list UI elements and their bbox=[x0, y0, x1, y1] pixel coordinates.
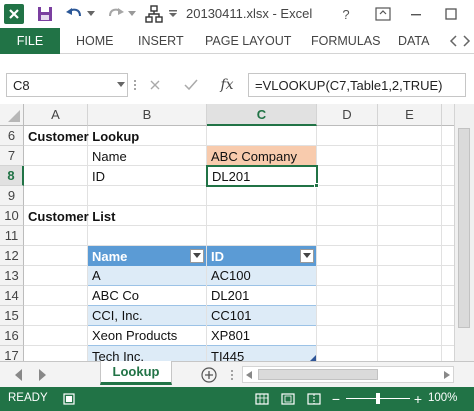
cancel-icon[interactable] bbox=[146, 76, 164, 94]
customer-lookup-heading: Customer Lookup bbox=[28, 128, 140, 144]
ribbon-tabs: FILE HOME INSERT PAGE LAYOUT FORMULAS DA… bbox=[0, 28, 474, 54]
minimize-icon[interactable] bbox=[405, 4, 427, 24]
lookup-id-cell-selected[interactable]: DL201 bbox=[206, 165, 318, 187]
enter-icon[interactable] bbox=[182, 76, 200, 94]
scroll-sheets-right-icon[interactable] bbox=[36, 368, 50, 382]
table-cell-id[interactable]: XP801 bbox=[207, 326, 316, 346]
row-header-6[interactable]: 6 bbox=[0, 126, 24, 146]
new-sheet-icon[interactable] bbox=[200, 366, 218, 384]
select-all-corner[interactable] bbox=[0, 104, 24, 126]
normal-view-icon[interactable] bbox=[254, 391, 270, 407]
row-header-10[interactable]: 10 bbox=[0, 206, 24, 226]
table-cell-name[interactable]: ABC Co bbox=[88, 286, 206, 306]
sheet-tab-bar: Lookup bbox=[0, 361, 474, 387]
redo-dropdown-icon[interactable] bbox=[127, 8, 137, 20]
tab-data[interactable]: DATA bbox=[398, 28, 429, 54]
customer-list-heading: Customer List bbox=[28, 208, 116, 224]
tab-formulas[interactable]: FORMULAS bbox=[311, 28, 380, 54]
tab-file[interactable]: FILE bbox=[0, 28, 60, 54]
gridline bbox=[441, 126, 442, 361]
row-header-11[interactable]: 11 bbox=[0, 226, 24, 246]
excel-logo-icon bbox=[4, 4, 24, 24]
name-box[interactable]: C8 bbox=[6, 73, 128, 97]
save-icon[interactable] bbox=[36, 5, 54, 23]
tab-insert[interactable]: INSERT bbox=[138, 28, 184, 54]
status-bar: READY − + 100% bbox=[0, 387, 474, 411]
table-cell-id[interactable]: TI445 bbox=[207, 346, 316, 361]
help-button[interactable]: ? bbox=[336, 4, 356, 24]
title-bar: 20130411.xlsx - Excel ? bbox=[0, 0, 474, 28]
table-header-name[interactable]: Name bbox=[88, 246, 206, 266]
undo-dropdown-icon[interactable] bbox=[86, 8, 96, 20]
sheet-tab-lookup[interactable]: Lookup bbox=[100, 361, 172, 385]
row-header-15[interactable]: 15 bbox=[0, 306, 24, 326]
zoom-level[interactable]: 100% bbox=[428, 392, 457, 404]
formula-bar-grip-icon[interactable] bbox=[132, 76, 138, 94]
table-cell-name[interactable]: Xeon Products bbox=[88, 326, 206, 346]
sheet-split-handle-icon[interactable] bbox=[228, 368, 236, 382]
macro-record-icon[interactable] bbox=[62, 392, 76, 406]
row-header-13[interactable]: 13 bbox=[0, 266, 24, 286]
zoom-out-button[interactable]: − bbox=[330, 391, 342, 407]
row-header-14[interactable]: 14 bbox=[0, 286, 24, 306]
filter-dropdown-icon[interactable] bbox=[300, 249, 314, 263]
tab-scroll-left-icon[interactable] bbox=[446, 32, 460, 50]
scroll-left-icon[interactable] bbox=[242, 366, 256, 383]
row-header-17[interactable]: 17 bbox=[0, 346, 24, 361]
filter-dropdown-icon[interactable] bbox=[190, 249, 204, 263]
column-header-a[interactable]: A bbox=[24, 104, 88, 126]
formula-bar: C8 fx =VLOOKUP(C7,Table1,2,TRUE) bbox=[0, 54, 474, 104]
row-header-9[interactable]: 9 bbox=[0, 186, 24, 206]
undo-icon[interactable] bbox=[64, 5, 84, 23]
formula-input[interactable]: =VLOOKUP(C7,Table1,2,TRUE) bbox=[248, 73, 466, 97]
column-header-e[interactable]: E bbox=[378, 104, 442, 126]
table-cell-name[interactable]: Tech Inc. bbox=[88, 346, 206, 361]
tab-home[interactable]: HOME bbox=[76, 28, 114, 54]
lookup-id-label: ID bbox=[92, 168, 105, 184]
column-header-d[interactable]: D bbox=[317, 104, 378, 126]
qat-customize-icon[interactable] bbox=[168, 8, 178, 20]
row-header-12[interactable]: 12 bbox=[0, 246, 24, 266]
table-cell-id[interactable]: CC101 bbox=[207, 306, 316, 326]
table-cell-id[interactable]: AC100 bbox=[207, 266, 316, 286]
gridline bbox=[377, 126, 378, 361]
redo-icon[interactable] bbox=[106, 5, 126, 23]
zoom-slider-thumb[interactable] bbox=[376, 393, 380, 404]
column-header-c[interactable]: C bbox=[207, 104, 317, 126]
maximize-icon[interactable] bbox=[440, 4, 462, 24]
gridline bbox=[316, 126, 317, 361]
scroll-right-icon[interactable] bbox=[440, 366, 454, 383]
lookup-name-label: Name bbox=[92, 148, 127, 164]
zoom-in-button[interactable]: + bbox=[412, 391, 424, 407]
fill-handle[interactable] bbox=[314, 183, 319, 188]
table-cell-name[interactable]: CCI, Inc. bbox=[88, 306, 206, 326]
ready-status: READY bbox=[8, 392, 48, 404]
lookup-name-cell[interactable]: ABC Company bbox=[207, 146, 316, 166]
tab-scroll-right-icon[interactable] bbox=[460, 32, 474, 50]
network-diagram-icon[interactable] bbox=[144, 4, 164, 24]
page-break-view-icon[interactable] bbox=[306, 391, 322, 407]
insert-function-button[interactable]: fx bbox=[216, 75, 238, 95]
table-cell-id[interactable]: DL201 bbox=[207, 286, 316, 306]
scroll-sheets-left-icon[interactable] bbox=[12, 368, 26, 382]
tab-page-layout[interactable]: PAGE LAYOUT bbox=[205, 28, 291, 54]
column-header-b[interactable]: B bbox=[88, 104, 207, 126]
row-header-16[interactable]: 16 bbox=[0, 326, 24, 346]
row-header-7[interactable]: 7 bbox=[0, 146, 24, 166]
row-header-8[interactable]: 8 bbox=[0, 166, 24, 186]
table-cell-name[interactable]: A bbox=[88, 266, 206, 286]
horizontal-scrollbar-thumb[interactable] bbox=[258, 369, 378, 380]
vertical-scrollbar-thumb[interactable] bbox=[458, 128, 470, 328]
name-box-dropdown-icon[interactable] bbox=[116, 78, 126, 92]
window-title: 20130411.xlsx - Excel bbox=[186, 6, 313, 21]
ribbon-display-options-icon[interactable] bbox=[372, 4, 394, 24]
page-layout-view-icon[interactable] bbox=[280, 391, 296, 407]
column-header-f[interactable] bbox=[442, 104, 454, 126]
worksheet-grid[interactable]: A B C D E 6 7 8 9 10 11 12 13 14 15 16 1… bbox=[0, 104, 474, 361]
